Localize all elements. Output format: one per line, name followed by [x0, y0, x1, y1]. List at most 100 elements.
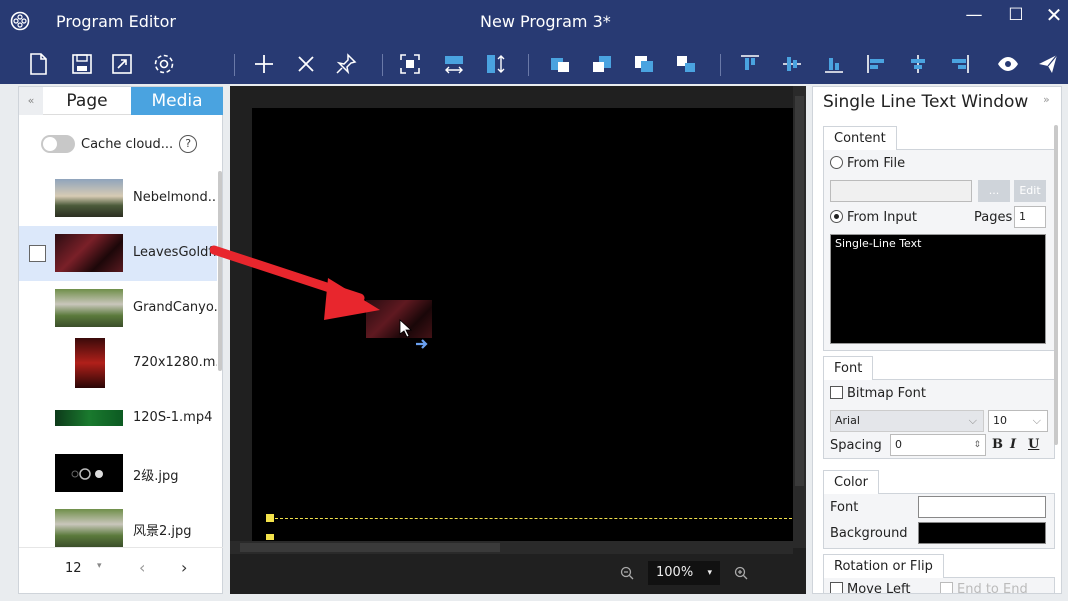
media-item[interactable]: 120S-1.mp4: [19, 391, 217, 446]
media-thumbnail: [55, 509, 123, 547]
align-center-icon[interactable]: [904, 50, 932, 78]
file-path-input[interactable]: [830, 180, 972, 202]
properties-scrollbar[interactable]: [1054, 125, 1058, 445]
align-top-icon[interactable]: [736, 50, 764, 78]
properties-panel: Single Line Text Window » Content From F…: [812, 86, 1062, 594]
maximize-button[interactable]: ☐: [1002, 4, 1030, 26]
media-name: LeavesGoldfi...: [133, 245, 217, 260]
pages-input[interactable]: 1: [1014, 206, 1046, 228]
align-bottom-icon[interactable]: [820, 50, 848, 78]
collapse-left-button[interactable]: «: [19, 87, 43, 115]
rotation-section: Rotation or Flip Move Left End to End: [823, 554, 1055, 593]
checkbox-icon: [940, 582, 953, 593]
zoom-out-icon[interactable]: [620, 566, 634, 580]
send-icon[interactable]: [1034, 50, 1062, 78]
browse-button[interactable]: ...: [978, 180, 1010, 202]
tab-page[interactable]: Page: [43, 87, 131, 115]
page-size-select[interactable]: 12: [65, 561, 82, 576]
media-item[interactable]: 720x1280.m...: [19, 336, 217, 391]
text-window-outline[interactable]: [270, 518, 792, 519]
new-file-icon[interactable]: [24, 50, 52, 78]
resize-handle[interactable]: [266, 534, 274, 540]
close-button[interactable]: ✕: [1040, 4, 1068, 26]
chevron-down-icon[interactable]: ▾: [97, 561, 102, 571]
save-icon[interactable]: [68, 50, 96, 78]
font-size-select[interactable]: 10 ⌵: [988, 410, 1048, 432]
cache-cloud-toggle[interactable]: [41, 135, 75, 153]
toolbar-separator: [528, 54, 529, 76]
next-page-button[interactable]: ›: [181, 558, 187, 577]
pin-icon[interactable]: [332, 50, 360, 78]
collapse-right-button[interactable]: »: [1043, 93, 1050, 106]
layer-bottom-icon[interactable]: [672, 50, 700, 78]
help-icon[interactable]: ?: [179, 135, 198, 153]
horizontal-scroll-thumb[interactable]: [240, 543, 500, 552]
fit-full-icon[interactable]: [396, 50, 424, 78]
font-section: Font Bitmap Font Arial ⌵ 10 ⌵ Spacing 0 ⇕ B…: [823, 356, 1055, 459]
zoom-select[interactable]: 100% ▾: [648, 561, 720, 585]
delete-icon[interactable]: [292, 50, 320, 78]
preview-icon[interactable]: [994, 50, 1022, 78]
canvas-vertical-scrollbar[interactable]: [793, 86, 806, 548]
media-item[interactable]: Nebelmond...: [19, 171, 217, 226]
background-color-swatch[interactable]: [918, 522, 1046, 544]
content-tab[interactable]: Content: [823, 126, 897, 150]
checkbox-icon: [830, 582, 843, 593]
from-input-radio[interactable]: From Input: [830, 210, 917, 225]
layer-top-icon[interactable]: [630, 50, 658, 78]
move-left-checkbox[interactable]: Move Left: [830, 582, 910, 593]
media-name: 2级.jpg: [133, 469, 179, 484]
media-item[interactable]: GrandCanyo...: [19, 281, 217, 336]
media-thumbnail: [55, 289, 123, 327]
add-icon[interactable]: [250, 50, 278, 78]
canvas-horizontal-scrollbar[interactable]: [230, 541, 793, 554]
bold-button[interactable]: B: [992, 437, 1003, 452]
color-tab[interactable]: Color: [823, 470, 879, 494]
font-tab[interactable]: Font: [823, 356, 874, 380]
zoom-in-icon[interactable]: [734, 566, 748, 580]
minimize-button[interactable]: —: [960, 4, 988, 26]
rotation-tab[interactable]: Rotation or Flip: [823, 554, 944, 578]
export-icon[interactable]: [108, 50, 136, 78]
italic-button[interactable]: I: [1010, 437, 1016, 452]
program-canvas[interactable]: [252, 108, 794, 548]
toolbar-separator: [720, 54, 721, 76]
end-to-end-checkbox[interactable]: End to End: [940, 582, 1028, 593]
spinner-icon[interactable]: ⇕: [973, 435, 981, 455]
checkbox-icon: [830, 386, 843, 399]
align-middle-icon[interactable]: [778, 50, 806, 78]
bitmap-font-checkbox[interactable]: Bitmap Font: [830, 386, 926, 401]
media-item[interactable]: LeavesGoldfi...: [19, 226, 217, 281]
layer-up-icon[interactable]: [546, 50, 574, 78]
media-name: 720x1280.m...: [133, 355, 217, 370]
document-title: New Program 3*: [480, 12, 611, 31]
media-thumbnail: [55, 179, 123, 217]
font-family-value: Arial: [835, 414, 860, 427]
media-item[interactable]: 2级.jpg: [19, 446, 217, 501]
align-left-icon[interactable]: [862, 50, 890, 78]
prev-page-button[interactable]: ‹: [139, 558, 145, 577]
media-list-scrollbar[interactable]: [218, 171, 222, 371]
font-family-select[interactable]: Arial ⌵: [830, 410, 984, 432]
toolbar: [0, 44, 1068, 84]
underline-button[interactable]: U: [1028, 437, 1039, 452]
font-color-swatch[interactable]: [918, 496, 1046, 518]
fit-width-icon[interactable]: [440, 50, 468, 78]
tab-media[interactable]: Media: [131, 87, 223, 115]
fit-height-icon[interactable]: [482, 50, 510, 78]
media-checkbox[interactable]: [29, 245, 46, 262]
app-name: Program Editor: [56, 12, 176, 31]
settings-icon[interactable]: [150, 50, 178, 78]
toolbar-separator: [234, 54, 235, 76]
resize-handle[interactable]: [266, 514, 274, 522]
align-right-icon[interactable]: [946, 50, 974, 78]
edit-button[interactable]: Edit: [1014, 180, 1046, 202]
media-item[interactable]: 风景2.jpg: [19, 501, 217, 549]
text-input-area[interactable]: Single-Line Text: [830, 234, 1046, 344]
spacing-input[interactable]: 0 ⇕: [890, 434, 986, 456]
layer-down-icon[interactable]: [588, 50, 616, 78]
from-file-radio[interactable]: From File: [830, 156, 905, 171]
media-name: 120S-1.mp4: [133, 410, 213, 425]
media-panel: « Page Media Cache cloud... ? Nebelmond.…: [18, 86, 223, 594]
vertical-scroll-thumb[interactable]: [795, 96, 804, 486]
